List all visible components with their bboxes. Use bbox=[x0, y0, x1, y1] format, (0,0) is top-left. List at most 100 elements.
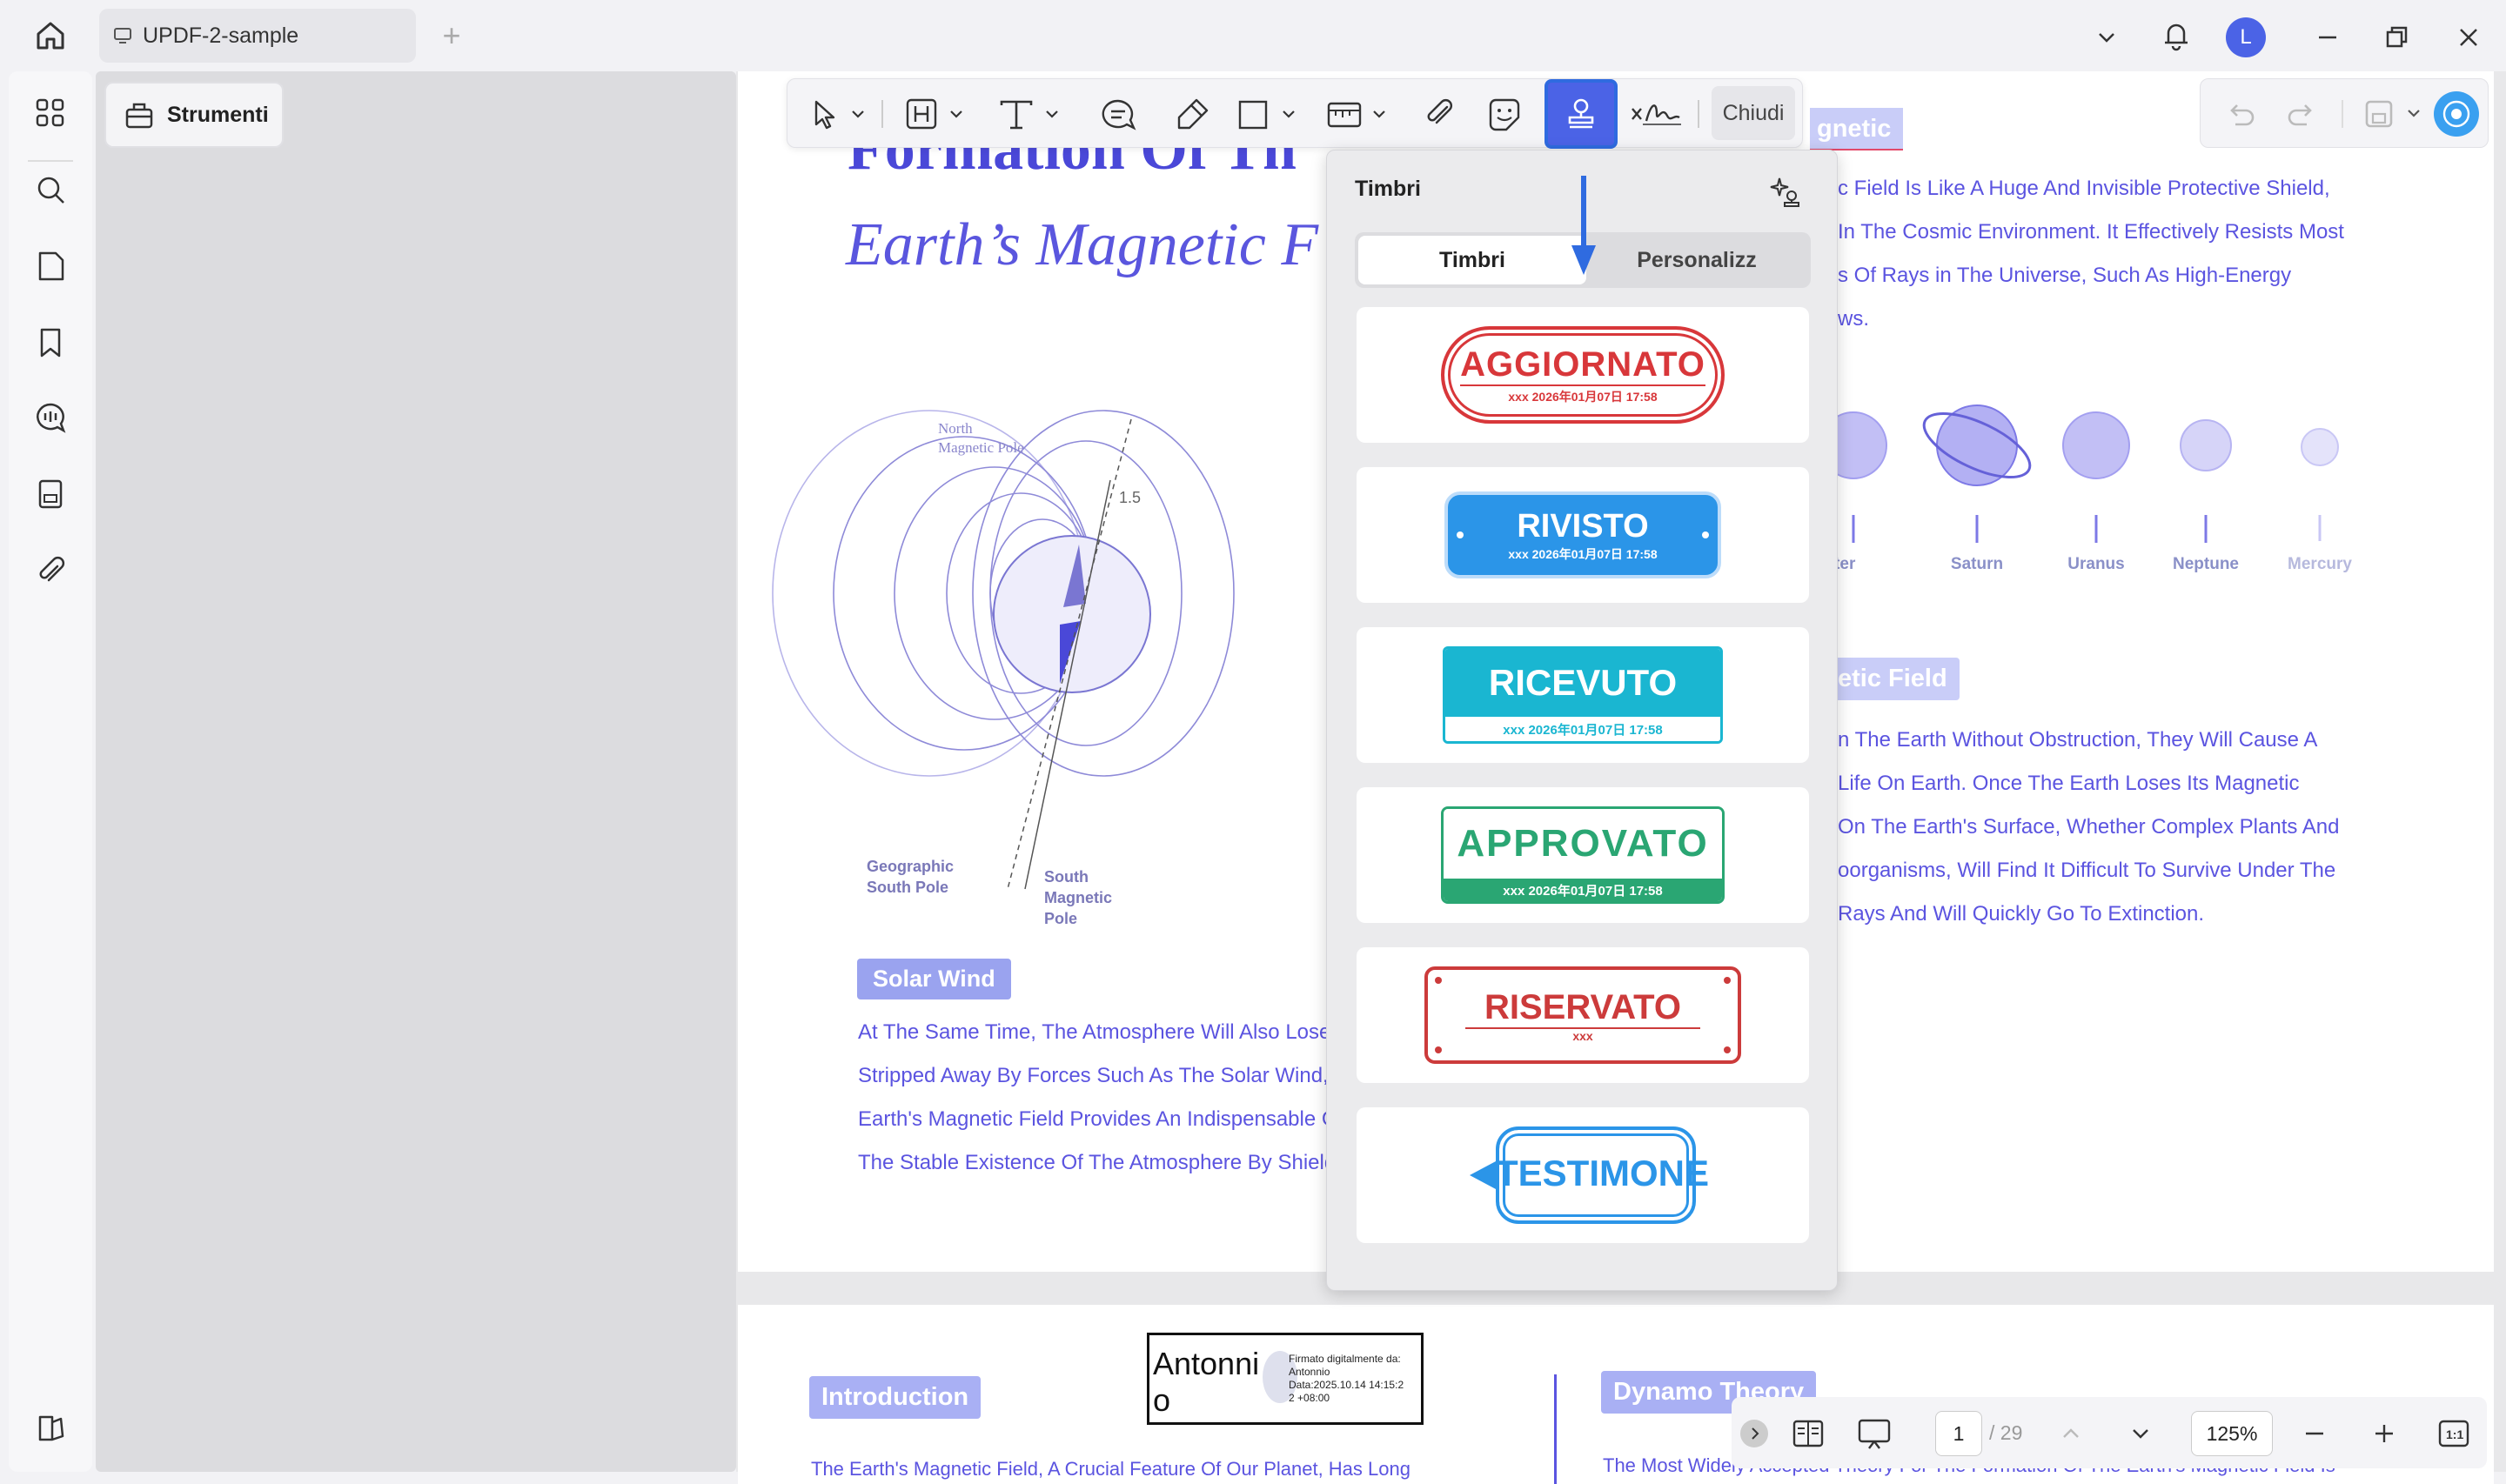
new-tab-button[interactable]: + bbox=[432, 16, 472, 56]
avatar[interactable]: L bbox=[2226, 17, 2266, 57]
highlighter-tool[interactable] bbox=[1167, 90, 1216, 138]
north-pole-label: North bbox=[938, 420, 973, 437]
stamp-testimone-frame: TESTIMONE bbox=[1470, 1126, 1710, 1224]
sticker-tool[interactable] bbox=[1480, 90, 1529, 138]
zoom-in-icon[interactable] bbox=[2365, 1414, 2403, 1453]
close-icon[interactable] bbox=[2449, 17, 2489, 57]
stamp-text: RICEVUTO bbox=[1445, 649, 1720, 717]
stamp-subtext: xxx 2026年01月07日 17:58 bbox=[1460, 384, 1705, 405]
stamp-text: APPROVATO bbox=[1444, 809, 1722, 879]
chevron-right-icon[interactable] bbox=[1740, 1420, 1768, 1447]
signature-details: Firmato digitalmente da: Antonnio Data:2… bbox=[1289, 1353, 1404, 1404]
column-divider bbox=[1554, 1374, 1557, 1484]
north-pole-label-2: Magnetic Pole bbox=[938, 439, 1024, 456]
document-tab[interactable]: UPDF-2-sample bbox=[99, 9, 416, 63]
chevron-up-icon[interactable] bbox=[2052, 1414, 2090, 1453]
zoom-out-icon[interactable] bbox=[2295, 1414, 2334, 1453]
digital-signature[interactable]: Antonni o Firmato digitalmente da: Anton… bbox=[1147, 1333, 1424, 1425]
divider bbox=[28, 160, 73, 162]
chevron-down-icon[interactable] bbox=[2121, 1414, 2160, 1453]
stamp-settings-icon[interactable] bbox=[1762, 171, 1804, 213]
form-icon[interactable] bbox=[31, 475, 70, 513]
geo-south-label-2: South Pole bbox=[867, 879, 948, 896]
stamp-riservato[interactable]: RISERVATO xxx bbox=[1357, 947, 1809, 1083]
stamp-ricevuto[interactable]: RICEVUTO xxx 2026年01月07日 17:58 bbox=[1357, 627, 1809, 763]
stamps-popover-title: Timbri bbox=[1355, 177, 1421, 201]
stamp-aggiornato-frame: AGGIORNATO xxx 2026年01月07日 17:58 bbox=[1441, 326, 1725, 424]
signature-name: Antonni o bbox=[1153, 1346, 1260, 1418]
stamp-subtext: xxx 2026年01月07日 17:58 bbox=[1444, 879, 1722, 901]
magnetic-header: gnetic bbox=[1810, 108, 1904, 150]
page-navigation-bar: 1 / 29 125% 1:1 bbox=[1732, 1397, 2487, 1468]
shape-tool[interactable] bbox=[1231, 90, 1304, 138]
zoom-level[interactable]: 125% bbox=[2191, 1411, 2273, 1456]
right-paragraph: c Field Is Like A Huge And Invisible Pro… bbox=[1838, 177, 2344, 331]
tab-timbri[interactable]: Timbri bbox=[1358, 236, 1586, 284]
presentation-icon[interactable] bbox=[1853, 1414, 1895, 1453]
stamp-text: TESTIMONE bbox=[1496, 1153, 1710, 1193]
comments-icon[interactable] bbox=[31, 398, 70, 437]
toolbox-icon bbox=[124, 99, 155, 130]
annotation-arrow bbox=[1571, 176, 1596, 275]
ai-assistant-icon[interactable] bbox=[2434, 91, 2479, 137]
magnetic-field-diagram: North Magnetic Pole 1.5 Geographic South… bbox=[772, 410, 1235, 927]
magnetic-field-header: etic Field bbox=[1826, 658, 1960, 700]
redo-icon[interactable] bbox=[2281, 93, 2322, 135]
actual-size-icon[interactable]: 1:1 bbox=[2435, 1414, 2473, 1453]
attachment-icon[interactable] bbox=[31, 551, 70, 590]
solar-wind-paragraph: At The Same Time, The Atmosphere Will Al… bbox=[858, 1020, 1338, 1174]
stamp-text: RISERVATO bbox=[1465, 988, 1700, 1029]
stamp-testimone[interactable]: TESTIMONE bbox=[1357, 1107, 1809, 1243]
stamps-popover: Timbri Timbri Personalizz AGGIORNATO xxx… bbox=[1326, 150, 1838, 1291]
planet-label: Saturn bbox=[1950, 555, 2004, 573]
reading-mode-icon[interactable] bbox=[1787, 1414, 1829, 1453]
stamp-ricevuto-frame: RICEVUTO xxx 2026年01月07日 17:58 bbox=[1443, 646, 1723, 744]
measure-tool[interactable] bbox=[1322, 90, 1395, 138]
svg-text:1:1: 1:1 bbox=[2446, 1427, 2463, 1441]
planet-label: Mercury bbox=[2288, 555, 2352, 573]
minimize-icon[interactable] bbox=[2308, 17, 2348, 57]
strumenti-label: Strumenti bbox=[167, 102, 269, 127]
strumenti-button[interactable]: Strumenti bbox=[104, 82, 284, 148]
monitor-icon bbox=[113, 26, 132, 45]
left-sidebar bbox=[9, 71, 92, 1472]
text-tool[interactable] bbox=[996, 90, 1066, 138]
stamp-subtext: xxx bbox=[1572, 1028, 1593, 1043]
bookmark-icon[interactable] bbox=[31, 324, 70, 362]
right-paragraph-2: n The Earth Without Obstruction, They Wi… bbox=[1838, 728, 2340, 926]
stamp-approvato-frame: APPROVATO xxx 2026年01月07日 17:58 bbox=[1441, 806, 1725, 904]
signature-tool[interactable] bbox=[1625, 90, 1691, 138]
pages-icon[interactable] bbox=[31, 247, 70, 285]
undo-icon[interactable] bbox=[2220, 93, 2261, 135]
tab-personalizza[interactable]: Personalizz bbox=[1586, 236, 1807, 284]
planet-label: Uranus bbox=[2067, 555, 2125, 573]
restore-icon[interactable] bbox=[2377, 17, 2417, 57]
bell-icon[interactable] bbox=[2156, 16, 2196, 56]
attach-tool[interactable] bbox=[1416, 90, 1464, 138]
chiudi-button[interactable]: Chiudi bbox=[1712, 86, 1795, 140]
history-toolbar bbox=[2200, 78, 2489, 148]
theme-icon[interactable] bbox=[31, 1409, 70, 1447]
stamp-tool-button[interactable] bbox=[1544, 79, 1618, 149]
comment-tool[interactable] bbox=[1094, 90, 1142, 138]
stamp-subtext: xxx 2026年01月07日 17:58 bbox=[1508, 546, 1658, 561]
mercury-planet bbox=[2301, 428, 2339, 541]
stamp-approvato[interactable]: APPROVATO xxx 2026年01月07日 17:58 bbox=[1357, 787, 1809, 923]
stamp-aggiornato[interactable]: AGGIORNATO xxx 2026年01月07日 17:58 bbox=[1357, 307, 1809, 443]
introduction-label: Introduction bbox=[809, 1376, 982, 1419]
page-total: / 29 bbox=[1989, 1421, 2023, 1444]
home-icon[interactable] bbox=[30, 16, 71, 56]
intro-text: The Earth's Magnetic Field, A Crucial Fe… bbox=[811, 1458, 1410, 1480]
page-number-input[interactable]: 1 bbox=[1935, 1411, 1982, 1456]
search-icon[interactable] bbox=[31, 170, 70, 209]
apps-grid-icon[interactable] bbox=[31, 94, 70, 132]
chevron-down-icon[interactable] bbox=[2087, 17, 2127, 57]
solar-wind-label: Solar Wind bbox=[857, 959, 1011, 999]
save-icon[interactable] bbox=[2357, 93, 2427, 135]
planet-label: Neptune bbox=[2173, 555, 2239, 573]
heading-tool[interactable] bbox=[901, 90, 970, 138]
select-tool[interactable] bbox=[801, 90, 871, 138]
south-mag-label: South bbox=[1044, 868, 1089, 886]
stamp-rivisto[interactable]: RIVISTO xxx 2026年01月07日 17:58 bbox=[1357, 467, 1809, 603]
planets-diagram bbox=[1819, 404, 2232, 543]
